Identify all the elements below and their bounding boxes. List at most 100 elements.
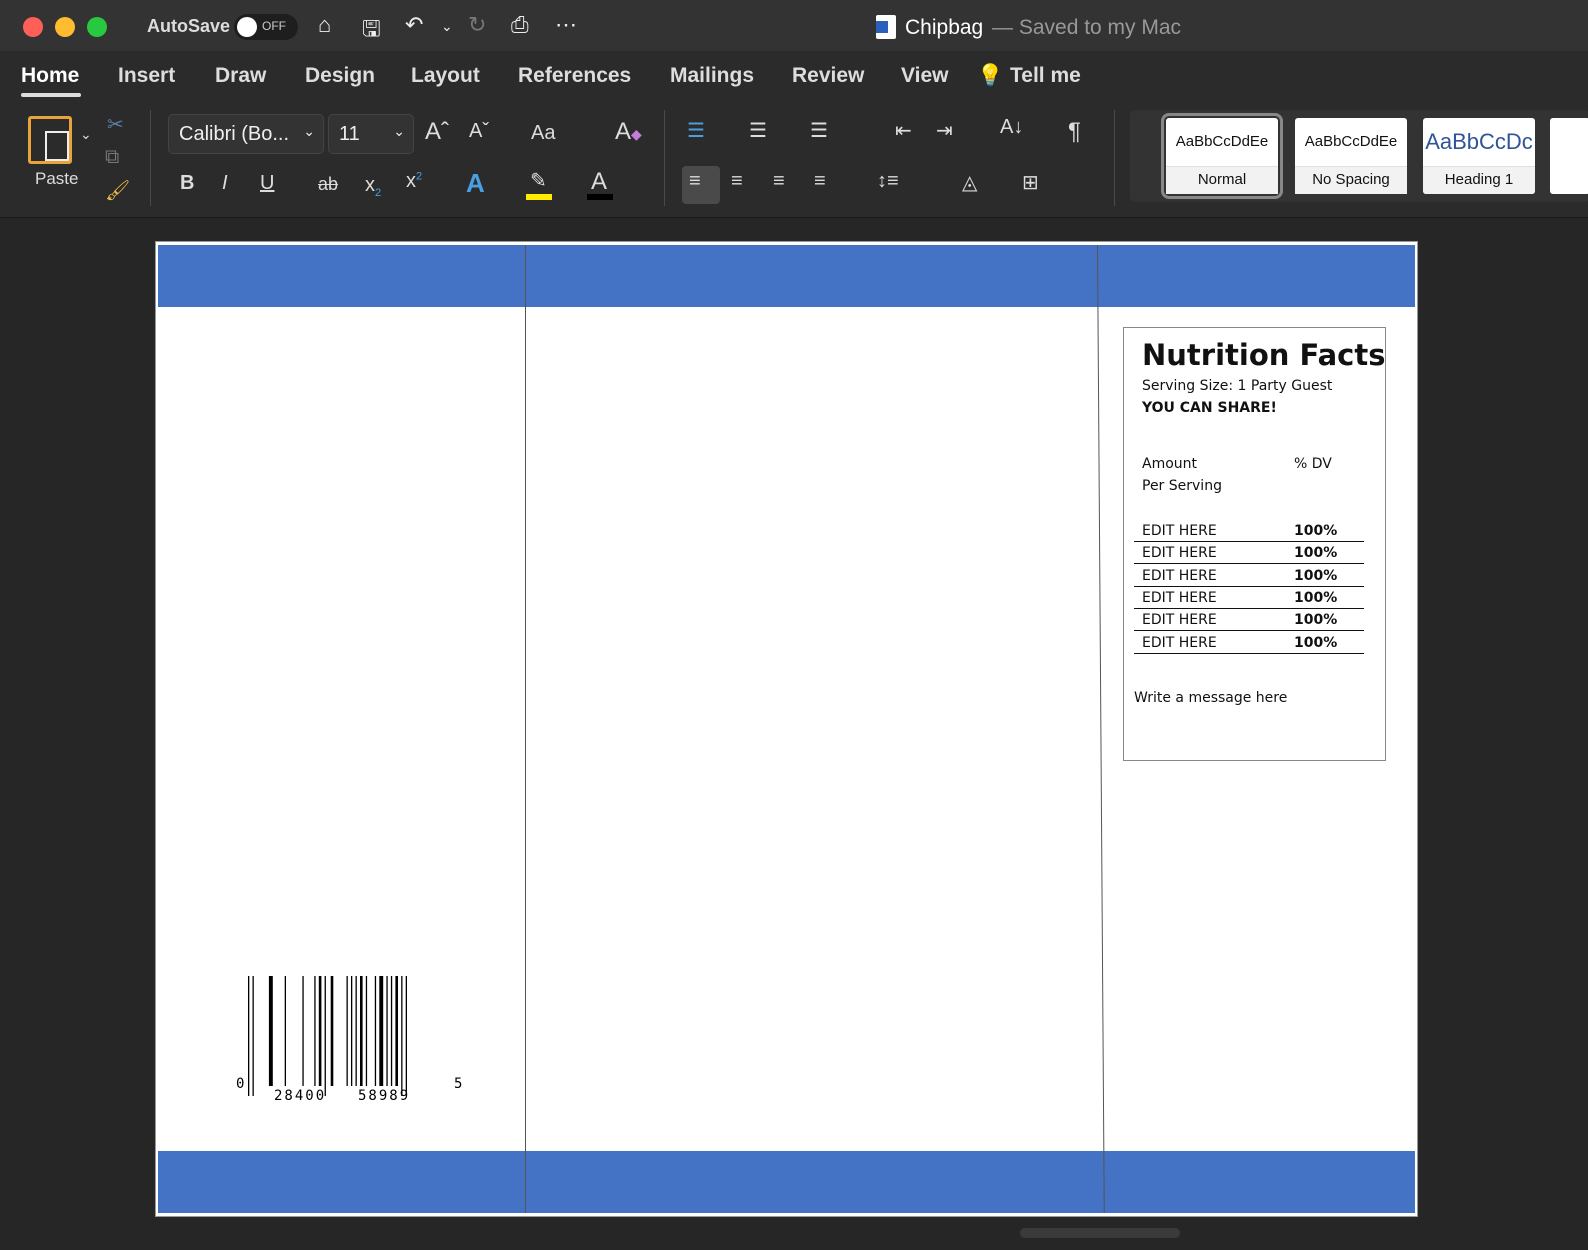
underline-icon[interactable]: U xyxy=(260,172,274,195)
align-center-icon[interactable]: ≡ xyxy=(731,170,743,193)
tell-me-search[interactable]: Tell me xyxy=(1010,64,1081,88)
shading-icon[interactable]: ◬ xyxy=(962,170,977,195)
zoom-window-button[interactable] xyxy=(87,17,107,37)
style-no-spacing[interactable]: AaBbCcDdEe No Spacing xyxy=(1295,118,1407,194)
barcode-bar xyxy=(268,976,273,1086)
superscript-icon[interactable]: x2 xyxy=(406,170,422,193)
justify-icon[interactable]: ≡ xyxy=(814,170,826,193)
bold-icon[interactable]: B xyxy=(180,172,194,195)
autosave-label: AutoSave xyxy=(147,16,231,36)
paste-dropdown-icon[interactable]: ⌄ xyxy=(80,126,92,143)
cut-icon[interactable]: ✂ xyxy=(107,112,124,137)
paste-icon[interactable] xyxy=(28,116,72,164)
borders-icon[interactable]: ⊞ xyxy=(1022,170,1039,195)
tab-insert[interactable]: Insert xyxy=(118,64,175,88)
word-doc-icon xyxy=(876,15,896,39)
increase-indent-icon[interactable]: ⇥ xyxy=(936,118,953,143)
tab-draw[interactable]: Draw xyxy=(215,64,266,88)
text-effects-icon[interactable]: A xyxy=(466,168,485,199)
decrease-indent-icon[interactable]: ⇤ xyxy=(895,118,912,143)
barcode-bar xyxy=(302,976,304,1086)
barcode-bar xyxy=(374,976,377,1086)
font-color-icon[interactable]: A xyxy=(591,168,607,196)
shrink-font-icon[interactable]: Aˇ xyxy=(469,120,489,143)
tab-references[interactable]: References xyxy=(518,64,631,88)
row-value: 100% xyxy=(1294,523,1338,539)
style-normal[interactable]: AaBbCcDdEe Normal xyxy=(1161,113,1283,199)
tab-home[interactable]: Home xyxy=(21,64,79,88)
paste-label[interactable]: Paste xyxy=(35,169,78,189)
top-blue-band xyxy=(158,245,1415,307)
redo-icon[interactable]: ↻ xyxy=(468,12,486,38)
copy-icon[interactable]: ⧉ xyxy=(105,146,119,169)
print-icon[interactable]: ⎙ xyxy=(511,12,529,38)
close-window-button[interactable] xyxy=(23,17,43,37)
line-spacing-icon[interactable]: ↕≡ xyxy=(877,170,899,193)
nutrition-row[interactable]: EDIT HERE 100% xyxy=(1134,520,1364,542)
message-text[interactable]: Write a message here xyxy=(1134,690,1287,706)
strikethrough-icon[interactable]: ab xyxy=(318,174,338,195)
align-right-icon[interactable]: ≡ xyxy=(773,170,785,193)
document-title[interactable]: Chipbag xyxy=(905,16,983,40)
format-painter-icon[interactable]: 🖌 xyxy=(105,178,130,203)
show-formatting-icon[interactable]: ¶ xyxy=(1068,118,1081,146)
row-label: EDIT HERE xyxy=(1142,612,1217,629)
style-heading-1[interactable]: AaBbCcDc Heading 1 xyxy=(1423,118,1535,194)
change-case-button[interactable]: Aa xyxy=(531,122,555,145)
nutrition-title: Nutrition Facts xyxy=(1142,338,1386,372)
nutrition-row[interactable]: EDIT HERE 100% xyxy=(1134,542,1364,565)
home-icon[interactable]: ⌂ xyxy=(318,12,331,38)
row-label: EDIT HERE xyxy=(1142,589,1217,606)
barcode-bar xyxy=(365,976,368,1086)
ribbon-tabs: Home Insert Draw Design Layout Reference… xyxy=(0,52,1588,102)
italic-icon[interactable]: I xyxy=(222,172,228,195)
barcode-bar xyxy=(355,976,357,1086)
serving-size: Serving Size: 1 Party Guest xyxy=(1142,378,1333,394)
clear-formatting-icon[interactable]: A◆ xyxy=(615,118,642,146)
more-icon[interactable]: ⋯ xyxy=(555,12,577,38)
barcode-bar xyxy=(351,976,353,1086)
style-next[interactable] xyxy=(1550,118,1588,194)
align-left-button[interactable] xyxy=(682,166,720,204)
tab-layout[interactable]: Layout xyxy=(411,64,480,88)
row-label: EDIT HERE xyxy=(1142,634,1217,651)
nutrition-row[interactable]: EDIT HERE 100% xyxy=(1134,609,1364,632)
numbering-icon[interactable]: ☰ xyxy=(749,118,767,143)
highlight-color-icon[interactable] xyxy=(526,194,552,200)
nutrition-row[interactable]: EDIT HERE 100% xyxy=(1134,587,1364,609)
save-icon[interactable]: 🖫 xyxy=(362,12,381,50)
barcode-digits: 58989 xyxy=(358,1088,410,1104)
tab-review[interactable]: Review xyxy=(792,64,864,88)
barcode-bar xyxy=(284,976,286,1086)
font-size-select[interactable]: 11 ⌄ xyxy=(328,114,414,154)
grow-font-icon[interactable]: Aˆ xyxy=(425,118,449,146)
barcode-bar xyxy=(405,976,407,1096)
minimize-window-button[interactable] xyxy=(55,17,75,37)
sort-icon[interactable]: A↓ xyxy=(1000,116,1023,139)
lightbulb-icon: 💡 xyxy=(977,64,1004,87)
font-name-select[interactable]: Calibri (Bo... ⌄ xyxy=(168,114,324,154)
barcode-digits: 0 xyxy=(236,1076,246,1092)
save-status[interactable]: — Saved to my Mac xyxy=(992,16,1181,40)
nutrition-row[interactable]: EDIT HERE 100% xyxy=(1134,632,1364,654)
multilevel-list-icon[interactable]: ☰ xyxy=(810,118,828,143)
tab-mailings[interactable]: Mailings xyxy=(670,64,754,88)
barcode-digits: 5 xyxy=(454,1076,464,1092)
subscript-icon[interactable]: x2 xyxy=(365,174,381,199)
autosave-toggle[interactable]: OFF xyxy=(234,14,298,40)
row-label: EDIT HERE xyxy=(1142,567,1217,584)
barcode-bar xyxy=(346,976,348,1086)
nutrition-facts-box[interactable]: Nutrition Facts Serving Size: 1 Party Gu… xyxy=(1123,327,1386,761)
undo-icon[interactable]: ↶ xyxy=(405,12,423,38)
nutrition-row[interactable]: EDIT HERE 100% xyxy=(1134,565,1364,587)
undo-dropdown-icon[interactable]: ⌄ xyxy=(441,18,453,35)
barcode: 0 28400 58989 5 xyxy=(236,976,471,1106)
tab-view[interactable]: View xyxy=(901,64,948,88)
tab-design[interactable]: Design xyxy=(305,64,375,88)
row-value: 100% xyxy=(1294,634,1338,651)
bullets-icon[interactable]: ☰ xyxy=(687,118,705,143)
horizontal-scrollbar[interactable] xyxy=(1020,1228,1180,1238)
barcode-bar xyxy=(360,976,363,1086)
row-value: 100% xyxy=(1294,612,1338,629)
amount-label: Amount xyxy=(1142,456,1198,472)
